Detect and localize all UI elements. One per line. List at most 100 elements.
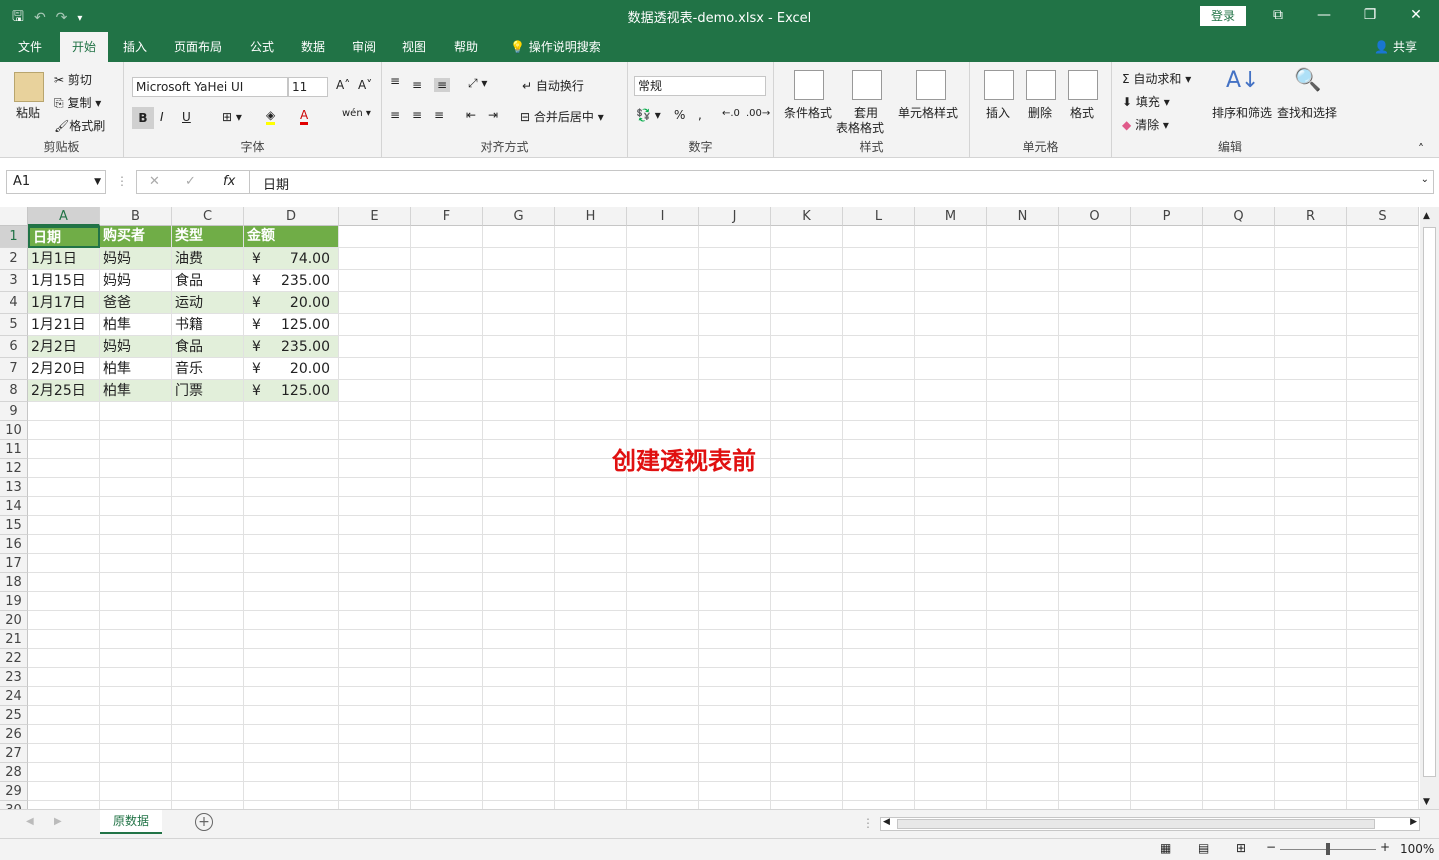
cell[interactable]	[244, 744, 339, 763]
cell[interactable]	[411, 459, 483, 478]
add-sheet-icon[interactable]: +	[195, 813, 213, 831]
tell-me-search[interactable]: 💡 操作说明搜索	[506, 32, 605, 62]
cell[interactable]	[627, 292, 699, 314]
cell[interactable]	[699, 801, 771, 809]
cell[interactable]: 妈妈	[100, 270, 172, 292]
cell[interactable]	[100, 497, 172, 516]
cell[interactable]	[1347, 744, 1419, 763]
cell[interactable]	[699, 630, 771, 649]
cell[interactable]	[483, 782, 555, 801]
clear-button[interactable]: ◆ 清除 ▾	[1122, 116, 1169, 133]
cell[interactable]	[1059, 630, 1131, 649]
cell[interactable]	[843, 782, 915, 801]
cell[interactable]	[339, 630, 411, 649]
cell[interactable]	[1347, 314, 1419, 336]
cell[interactable]	[411, 706, 483, 725]
cell[interactable]	[1347, 516, 1419, 535]
cell[interactable]	[771, 516, 843, 535]
cell[interactable]	[339, 782, 411, 801]
cell[interactable]	[1131, 554, 1203, 573]
cell[interactable]	[172, 687, 244, 706]
cell[interactable]	[843, 380, 915, 402]
cell[interactable]	[1275, 497, 1347, 516]
column-header[interactable]: F	[411, 207, 483, 226]
cut-button[interactable]: ✂ 剪切	[54, 71, 92, 88]
insert-cells-icon[interactable]	[984, 70, 1014, 100]
cell[interactable]: 门票	[172, 380, 244, 402]
sheet-tab[interactable]: 原数据	[100, 810, 162, 834]
cell[interactable]	[28, 801, 100, 809]
cell[interactable]	[1347, 402, 1419, 421]
cell[interactable]: 2月20日	[28, 358, 100, 380]
cell[interactable]	[483, 380, 555, 402]
cell[interactable]	[411, 744, 483, 763]
cell[interactable]	[915, 314, 987, 336]
cell[interactable]	[843, 573, 915, 592]
cell[interactable]	[339, 292, 411, 314]
cell[interactable]	[843, 725, 915, 744]
column-header[interactable]: A	[28, 207, 100, 226]
cell[interactable]	[771, 421, 843, 440]
cell[interactable]	[771, 592, 843, 611]
cell[interactable]	[1131, 592, 1203, 611]
cell[interactable]	[483, 554, 555, 573]
percent-style-button[interactable]: %	[674, 108, 685, 122]
cell[interactable]	[172, 649, 244, 668]
cell[interactable]	[915, 478, 987, 497]
cell[interactable]	[1347, 668, 1419, 687]
cell[interactable]	[1347, 611, 1419, 630]
cell[interactable]	[699, 248, 771, 270]
conditional-format-icon[interactable]	[794, 70, 824, 100]
cell[interactable]	[771, 314, 843, 336]
delete-cells-icon[interactable]	[1026, 70, 1056, 100]
cell[interactable]	[915, 801, 987, 809]
cell[interactable]	[915, 270, 987, 292]
cell[interactable]	[915, 649, 987, 668]
cell[interactable]	[100, 725, 172, 744]
cell[interactable]	[1131, 573, 1203, 592]
cell[interactable]	[1347, 782, 1419, 801]
cell[interactable]	[1203, 292, 1275, 314]
cell[interactable]	[483, 611, 555, 630]
cell[interactable]	[555, 592, 627, 611]
cell[interactable]	[28, 763, 100, 782]
cell[interactable]	[411, 497, 483, 516]
row-header[interactable]: 17	[0, 554, 28, 573]
cell[interactable]	[411, 248, 483, 270]
cell[interactable]	[699, 687, 771, 706]
cell[interactable]	[915, 535, 987, 554]
cell[interactable]	[843, 336, 915, 358]
cell[interactable]	[987, 763, 1059, 782]
vertical-scrollbar[interactable]: ▲ ▼	[1420, 207, 1439, 809]
cell[interactable]	[411, 292, 483, 314]
cell[interactable]	[28, 478, 100, 497]
cell[interactable]	[1275, 516, 1347, 535]
cell[interactable]	[172, 497, 244, 516]
cell[interactable]	[339, 801, 411, 809]
cell[interactable]: 油费	[172, 248, 244, 270]
cell[interactable]	[172, 744, 244, 763]
zoom-slider-thumb[interactable]	[1326, 843, 1330, 855]
cell[interactable]	[483, 573, 555, 592]
cell[interactable]	[915, 292, 987, 314]
cell[interactable]	[627, 478, 699, 497]
cell[interactable]: 1月15日	[28, 270, 100, 292]
cell[interactable]	[771, 478, 843, 497]
cell[interactable]	[100, 592, 172, 611]
cell[interactable]	[987, 554, 1059, 573]
cell[interactable]	[843, 421, 915, 440]
cell[interactable]	[411, 226, 483, 248]
cell[interactable]	[1347, 421, 1419, 440]
cell[interactable]	[1059, 706, 1131, 725]
cell[interactable]	[172, 782, 244, 801]
cell[interactable]: 运动	[172, 292, 244, 314]
cell[interactable]: ¥125.00	[244, 380, 339, 402]
cell[interactable]	[1275, 744, 1347, 763]
cell[interactable]	[1347, 336, 1419, 358]
cell[interactable]	[1275, 725, 1347, 744]
cell[interactable]	[627, 270, 699, 292]
cell[interactable]	[771, 801, 843, 809]
cell[interactable]	[172, 478, 244, 497]
row-header[interactable]: 11	[0, 440, 28, 459]
cell[interactable]	[699, 358, 771, 380]
